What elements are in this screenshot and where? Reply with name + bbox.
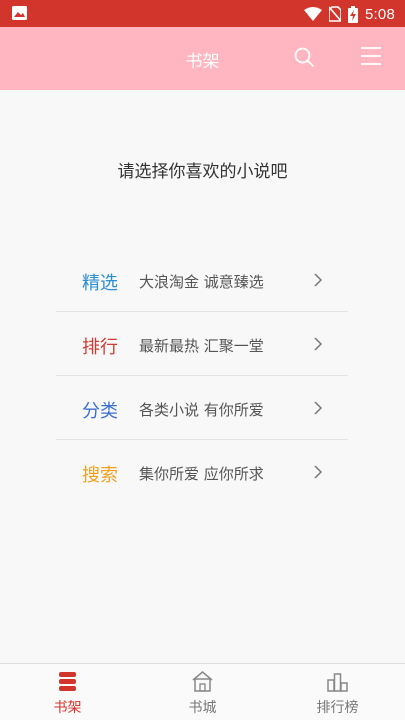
tab-ranking[interactable]: 排行榜 — [270, 664, 405, 720]
menu-item-title: 精选 — [82, 273, 118, 294]
image-icon — [12, 6, 27, 20]
chevron-right-icon — [314, 337, 322, 351]
page-title: 书架 — [185, 52, 220, 72]
chevron-right-icon — [314, 465, 322, 479]
menu-item-title: 排行 — [82, 337, 118, 358]
menu-item-featured[interactable]: 精选 大浪淘金 诚意臻选 — [56, 248, 348, 312]
status-bar: 5:08 — [0, 0, 405, 27]
menu-item-desc: 大浪淘金 诚意臻选 — [139, 273, 264, 291]
menu-item-desc: 集你所爱 应你所求 — [139, 465, 264, 483]
tab-bookstore[interactable]: 书城 — [135, 664, 270, 720]
battery-charging-icon — [348, 5, 358, 23]
menu-item-desc: 各类小说 有你所爱 — [139, 401, 264, 419]
menu-item-title: 搜索 — [82, 465, 118, 486]
menu-item-ranking[interactable]: 排行 最新最热 汇聚一堂 — [56, 312, 348, 376]
tab-label: 排行榜 — [316, 700, 359, 716]
menu-item-category[interactable]: 分类 各类小说 有你所爱 — [56, 376, 348, 440]
tab-label: 书城 — [188, 700, 217, 716]
tab-bookshelf[interactable]: 书架 — [0, 664, 135, 720]
menu-item-desc: 最新最热 汇聚一堂 — [139, 337, 264, 355]
menu-item-title: 分类 — [82, 401, 118, 422]
tab-label: 书架 — [53, 700, 82, 716]
wifi-icon — [304, 7, 322, 21]
menu-list: 精选 大浪淘金 诚意臻选 排行 最新最热 汇聚一堂 分类 各类小说 有你所爱 搜… — [56, 248, 348, 504]
ranking-icon — [327, 673, 348, 692]
no-sim-icon — [329, 6, 341, 22]
bookshelf-icon — [59, 672, 76, 691]
store-icon — [192, 671, 213, 692]
choose-prompt: 请选择你喜欢的小说吧 — [117, 162, 288, 182]
status-time: 5:08 — [365, 5, 395, 23]
chevron-right-icon — [314, 401, 322, 415]
bottom-nav: 书架 书城 排行榜 — [0, 663, 405, 720]
chevron-right-icon — [314, 273, 322, 287]
menu-icon[interactable] — [360, 46, 382, 66]
menu-item-search[interactable]: 搜索 集你所爱 应你所求 — [56, 440, 348, 504]
app-bar: 书架 — [0, 27, 405, 90]
search-icon[interactable] — [293, 46, 315, 68]
